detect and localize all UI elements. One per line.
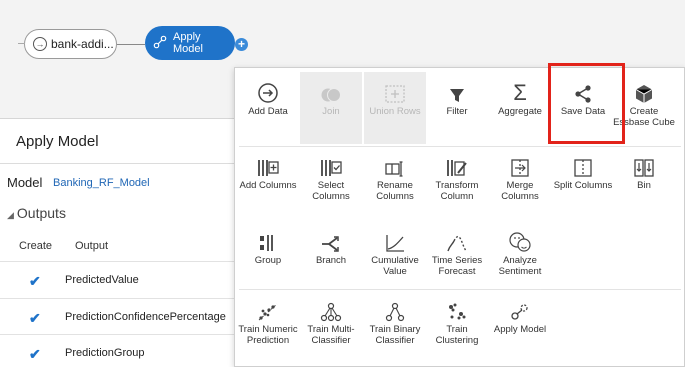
menu-item-group[interactable]: Group bbox=[237, 229, 299, 285]
menu-item-label: Merge Columns bbox=[501, 180, 539, 202]
add-data-icon bbox=[237, 80, 299, 104]
split-columns-icon bbox=[552, 154, 614, 178]
aggregate-icon: Σ bbox=[513, 80, 527, 105]
menu-item-label: Transform Column bbox=[435, 180, 479, 202]
union-rows-icon bbox=[364, 80, 426, 104]
menu-item-time-series-forecast[interactable]: Time Series Forecast bbox=[426, 229, 488, 285]
model-link[interactable]: Banking_RF_Model bbox=[53, 177, 150, 189]
menu-item-join: Join bbox=[300, 72, 362, 144]
menu-item-label: Train Numeric Prediction bbox=[238, 324, 298, 346]
apply-model-node[interactable]: Apply Model bbox=[145, 26, 235, 60]
time-series-icon bbox=[426, 229, 488, 253]
menu-item-label: Branch bbox=[315, 255, 347, 266]
apply-model-icon bbox=[489, 298, 551, 322]
menu-item-label: Time Series Forecast bbox=[431, 255, 483, 277]
table-row: ✔ PredictionGroup bbox=[0, 335, 240, 367]
menu-item-bin[interactable]: Bin bbox=[613, 154, 675, 210]
menu-item-add-data[interactable]: Add Data bbox=[237, 80, 299, 140]
source-node[interactable]: → bank-addi... bbox=[18, 29, 117, 59]
menu-item-label: Train Multi-Classifier bbox=[307, 324, 355, 346]
menu-item-label: Split Columns bbox=[553, 180, 613, 191]
transform-column-icon bbox=[426, 154, 488, 178]
checkbox-checked-icon[interactable]: ✔ bbox=[29, 273, 41, 290]
outputs-section-toggle[interactable]: ◢ Outputs bbox=[7, 205, 66, 221]
checkbox-checked-icon[interactable]: ✔ bbox=[29, 346, 41, 363]
menu-item-train-clustering[interactable]: Train Clustering bbox=[426, 298, 488, 364]
select-columns-icon bbox=[300, 154, 362, 178]
add-columns-icon bbox=[237, 154, 299, 178]
menu-item-rename-columns[interactable]: Rename Columns bbox=[364, 154, 426, 210]
menu-item-label: Add Columns bbox=[239, 180, 297, 191]
sentiment-icon bbox=[489, 229, 551, 253]
menu-item-label: Analyze Sentiment bbox=[498, 255, 542, 277]
dataset-node-icon: → bbox=[33, 37, 47, 51]
group-icon bbox=[237, 229, 299, 253]
menu-item-label: Union Rows bbox=[369, 106, 421, 117]
menu-item-label: Cumulative Value bbox=[371, 255, 419, 277]
checkbox-checked-icon[interactable]: ✔ bbox=[29, 310, 41, 327]
create-column-header: Create bbox=[19, 240, 53, 252]
collapse-triangle-icon: ◢ bbox=[7, 210, 14, 220]
menu-item-label: Filter bbox=[446, 106, 468, 117]
output-name: PredictionGroup bbox=[65, 347, 145, 359]
menu-item-analyze-sentiment[interactable]: Analyze Sentiment bbox=[489, 229, 551, 285]
apply-model-node-icon bbox=[153, 35, 167, 52]
panel-title: Apply Model bbox=[16, 133, 99, 150]
clustering-icon bbox=[426, 298, 488, 322]
branch-icon bbox=[300, 229, 362, 253]
output-name: PredictedValue bbox=[65, 274, 139, 286]
table-row: ✔ PredictedValue bbox=[0, 262, 240, 298]
menu-item-train-binary-classifier[interactable]: Train Binary Classifier bbox=[364, 298, 426, 364]
menu-item-split-columns[interactable]: Split Columns bbox=[552, 154, 614, 210]
cumulative-value-icon bbox=[364, 229, 426, 253]
add-step-button[interactable]: + bbox=[235, 38, 248, 51]
menu-item-filter[interactable]: Filter bbox=[426, 80, 488, 140]
menu-separator bbox=[239, 146, 681, 147]
menu-item-label: Bin bbox=[637, 180, 651, 191]
binary-classifier-icon bbox=[364, 298, 426, 322]
output-column-header: Output bbox=[75, 240, 109, 252]
menu-item-label: Train Clustering bbox=[435, 324, 479, 346]
output-name: PredictionConfidencePercentage bbox=[65, 311, 226, 323]
menu-item-aggregate[interactable]: Σ Aggregate bbox=[489, 80, 551, 140]
merge-columns-icon bbox=[489, 154, 551, 178]
outputs-label: Outputs bbox=[16, 205, 66, 221]
menu-item-train-numeric-prediction[interactable]: Train Numeric Prediction bbox=[237, 298, 299, 364]
menu-item-apply-model[interactable]: Apply Model bbox=[489, 298, 551, 364]
add-step-menu: Add Data Join Union Rows Filter Σ Aggreg… bbox=[234, 63, 685, 367]
bin-icon bbox=[613, 154, 675, 178]
apply-node-label-line1: Apply bbox=[173, 31, 201, 43]
multi-classifier-icon bbox=[300, 298, 362, 322]
menu-item-cumulative-value[interactable]: Cumulative Value bbox=[364, 229, 426, 285]
menu-item-label: Select Columns bbox=[312, 180, 350, 202]
filter-icon bbox=[426, 80, 488, 104]
join-icon bbox=[300, 80, 362, 104]
menu-item-label: Join bbox=[322, 106, 340, 117]
numeric-prediction-icon bbox=[237, 298, 299, 322]
menu-item-train-multi-classifier[interactable]: Train Multi-Classifier bbox=[300, 298, 362, 364]
menu-separator bbox=[239, 289, 681, 290]
table-row: ✔ PredictionConfidencePercentage bbox=[0, 299, 240, 335]
menu-item-label: Add Data bbox=[248, 106, 288, 117]
menu-item-label: Group bbox=[254, 255, 282, 266]
menu-item-label: Rename Columns bbox=[376, 180, 414, 202]
apply-node-label-line2: Model bbox=[173, 43, 203, 55]
rename-columns-icon bbox=[364, 154, 426, 178]
menu-item-select-columns[interactable]: Select Columns bbox=[300, 154, 362, 210]
highlight-box bbox=[548, 63, 625, 144]
panel-divider bbox=[0, 163, 240, 164]
menu-item-add-columns[interactable]: Add Columns bbox=[237, 154, 299, 210]
menu-item-transform-column[interactable]: Transform Column bbox=[426, 154, 488, 210]
menu-item-union-rows: Union Rows bbox=[364, 72, 426, 144]
menu-item-label: Train Binary Classifier bbox=[369, 324, 421, 346]
menu-item-merge-columns[interactable]: Merge Columns bbox=[489, 154, 551, 210]
model-label: Model bbox=[7, 175, 43, 190]
flow-connector bbox=[117, 44, 145, 45]
source-node-label: bank-addi... bbox=[51, 37, 114, 51]
menu-item-branch[interactable]: Branch bbox=[300, 229, 362, 285]
menu-item-label: Aggregate bbox=[498, 106, 542, 117]
menu-item-label: Apply Model bbox=[493, 324, 547, 335]
step-properties-panel: Apply Model Model Banking_RF_Model ◢ Outp… bbox=[0, 118, 240, 367]
